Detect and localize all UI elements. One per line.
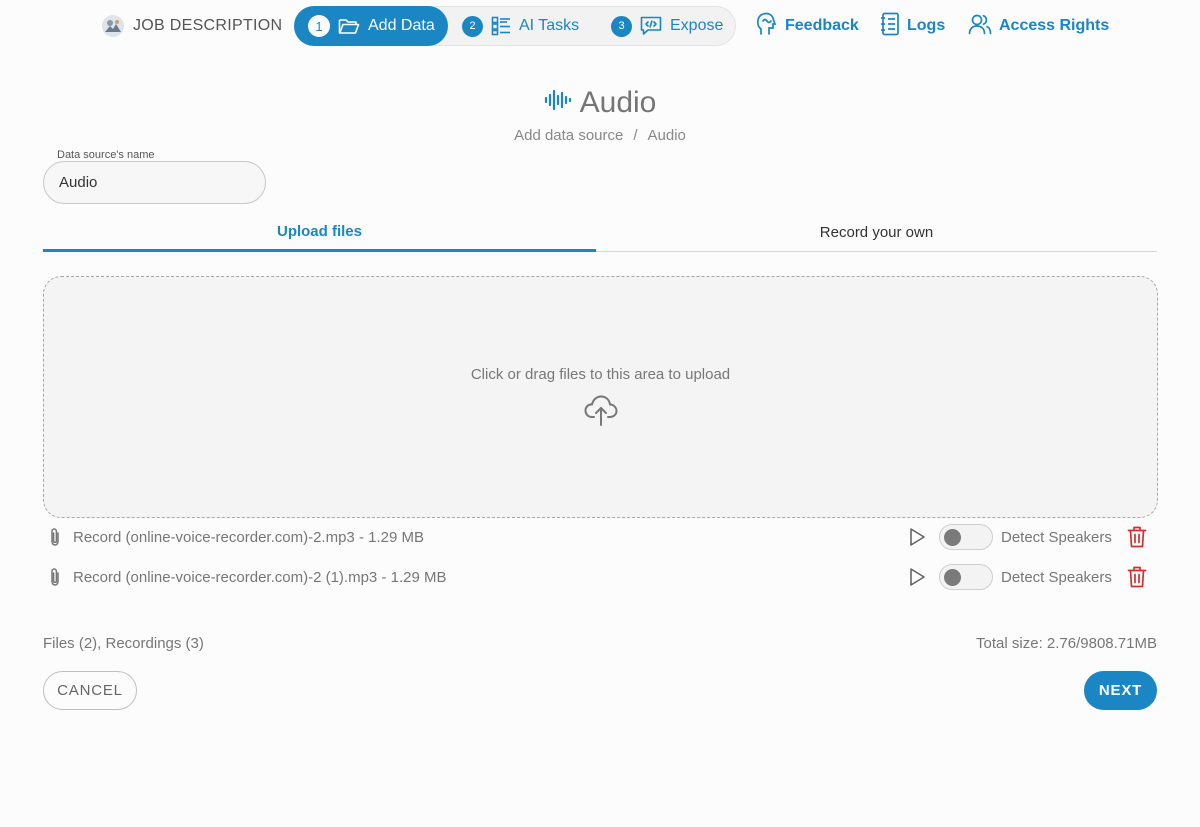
next-button[interactable]: NEXT [1084,671,1157,710]
play-icon[interactable] [905,527,929,547]
page-title-text: Audio [579,86,657,119]
feedback-link[interactable]: Feedback [756,12,859,40]
toggle-knob [944,569,961,586]
tab-upload-files[interactable]: Upload files [43,213,596,252]
total-size-summary: Total size: 2.76/9808.71MB [976,635,1157,652]
feedback-icon [756,12,778,41]
feedback-label: Feedback [785,17,859,34]
step-number: 1 [308,15,330,37]
file-name: Record (online-voice-recorder.com)-2 (1)… [73,568,447,586]
logs-link[interactable]: Logs [880,12,945,40]
data-source-name-label: Data source's name [53,149,159,161]
breadcrumb-root[interactable]: Add data source [514,127,623,144]
toggle-knob [944,529,961,546]
paperclip-icon [43,527,67,547]
job-description[interactable]: JOB DESCRIPTION [102,12,282,40]
folder-open-icon [338,17,360,35]
step-ai-tasks[interactable]: 2 AI Tasks [462,6,579,46]
step-expose[interactable]: 3 Expose [611,6,723,46]
tab-record-your-own[interactable]: Record your own [596,213,1157,251]
detect-speakers-label: Detect Speakers [1001,568,1112,586]
dropzone-text: Click or drag files to this area to uplo… [470,366,731,383]
step-add-data[interactable]: 1 Add Data [294,6,448,46]
access-rights-link[interactable]: Access Rights [968,12,1109,40]
step-label: Add Data [368,17,435,34]
breadcrumb: Add data source / Audio [0,127,1200,144]
breadcrumb-separator: / [633,127,638,144]
file-row: Record (online-voice-recorder.com)-2 (1)… [43,564,1158,590]
upload-dropzone[interactable]: Click or drag files to this area to uplo… [43,276,1158,518]
step-label: Expose [670,17,724,34]
breadcrumb-current: Audio [647,127,686,144]
step-label: AI Tasks [519,17,580,34]
access-rights-label: Access Rights [999,17,1110,34]
detect-speakers-label: Detect Speakers [1001,528,1112,546]
users-icon [968,13,992,40]
job-avatar [102,15,124,37]
file-row: Record (online-voice-recorder.com)-2.mp3… [43,524,1158,550]
step-number: 2 [462,15,483,37]
paperclip-icon [43,567,67,587]
detect-speakers-toggle[interactable] [939,564,993,590]
code-chat-icon [640,16,662,36]
page-title: Audio [0,86,1200,120]
file-name: Record (online-voice-recorder.com)-2.mp3… [73,528,424,546]
logs-label: Logs [907,17,946,34]
cancel-button[interactable]: CANCEL [43,671,137,710]
workflow-stepper: 1 Add Data 2 AI Tasks 3 Expose [294,6,736,46]
step-number: 3 [611,15,632,37]
detect-speakers-toggle[interactable] [939,524,993,550]
files-count-summary: Files (2), Recordings (3) [43,635,204,652]
data-source-name-input[interactable] [43,161,266,204]
job-description-label: JOB DESCRIPTION [133,17,283,34]
cloud-upload-icon [584,395,618,432]
upload-mode-tabs: Upload files Record your own [43,213,1157,252]
play-icon[interactable] [905,567,929,587]
trash-icon[interactable] [1125,526,1149,548]
list-icon [491,16,511,36]
trash-icon[interactable] [1125,566,1149,588]
notebook-icon [880,12,900,41]
audio-waveform-icon [544,86,572,120]
